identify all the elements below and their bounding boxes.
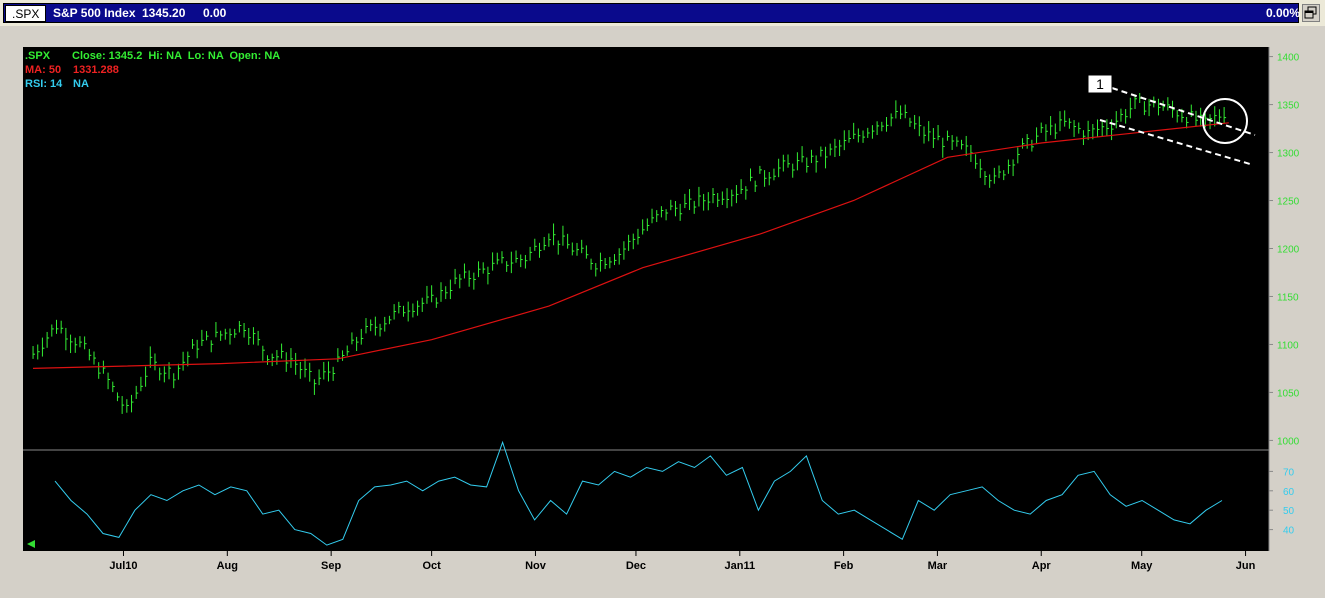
price-tick-label: 1150: [1277, 292, 1299, 303]
chart-canvas[interactable]: 1400 1350 1300 1250 1200 1150 1100 1050 1000 70 6…: [0, 26, 1325, 598]
header-strip: [3, 3, 1299, 23]
date-tick-label: Feb: [834, 560, 854, 572]
date-tick-label: Nov: [525, 560, 547, 572]
date-tick-label: Mar: [928, 560, 948, 572]
legend-ma-label: MA: 50: [25, 64, 61, 76]
price-tick-label: 1100: [1277, 340, 1299, 351]
price-tick-label: 1350: [1277, 101, 1300, 112]
legend-ohlc: Close: 1345.2 Hi: NA Lo: NA Open: NA: [72, 50, 280, 62]
chart-frame: 1400 1350 1300 1250 1200 1150 1100 1050 1000 70 6…: [0, 26, 1325, 598]
price-tick-label: 1300: [1277, 149, 1300, 160]
rsi-tick-label: 70: [1283, 467, 1295, 478]
date-axis: Jul10 Aug Sep Oct Nov Dec Jan11 Feb Mar Apr May Jun: [109, 551, 1256, 572]
price-tick-label: 1050: [1277, 388, 1300, 399]
date-tick-label: Oct: [422, 560, 441, 572]
date-tick-label: Apr: [1032, 560, 1052, 572]
symbol-tab[interactable]: .SPX: [5, 5, 47, 22]
date-tick-label: Jan11: [724, 560, 755, 572]
price-tick-label: 1000: [1277, 436, 1300, 447]
index-name: S&P 500 Index: [53, 6, 136, 20]
plot-background: [23, 47, 1269, 551]
date-tick-label: Dec: [626, 560, 646, 572]
date-tick-label: May: [1131, 560, 1153, 572]
rsi-tick-label: 60: [1283, 487, 1295, 498]
price-axis: 1400 1350 1300 1250 1200 1150 1100 1050 1000: [1269, 53, 1300, 447]
date-tick-label: Jul10: [109, 560, 137, 572]
legend-rsi-value: NA: [73, 78, 89, 90]
legend-rsi-label: RSI: 14: [25, 78, 63, 90]
net-change: 0.00: [203, 6, 227, 20]
rsi-tick-label: 50: [1283, 506, 1295, 517]
restore-window-icon[interactable]: [1302, 4, 1320, 22]
rsi-axis: 70 60 50 40: [1269, 467, 1295, 537]
date-tick-label: Aug: [217, 560, 238, 572]
price-tick-label: 1400: [1277, 53, 1300, 64]
date-tick-label: Jun: [1236, 560, 1256, 572]
title-bar: .SPX S&P 500 Index 1345.20 0.00 0.00%: [0, 0, 1325, 26]
last-price: 1345.20: [142, 6, 186, 20]
percent-change: 0.00%: [1266, 6, 1301, 20]
annotation-label: 1: [1096, 76, 1104, 92]
price-tick-label: 1250: [1277, 197, 1300, 208]
legend-symbol: .SPX: [25, 50, 51, 62]
price-tick-label: 1200: [1277, 245, 1300, 256]
legend-ma-value: 1331.288: [73, 64, 119, 76]
rsi-tick-label: 40: [1283, 526, 1295, 537]
date-tick-label: Sep: [321, 560, 341, 572]
